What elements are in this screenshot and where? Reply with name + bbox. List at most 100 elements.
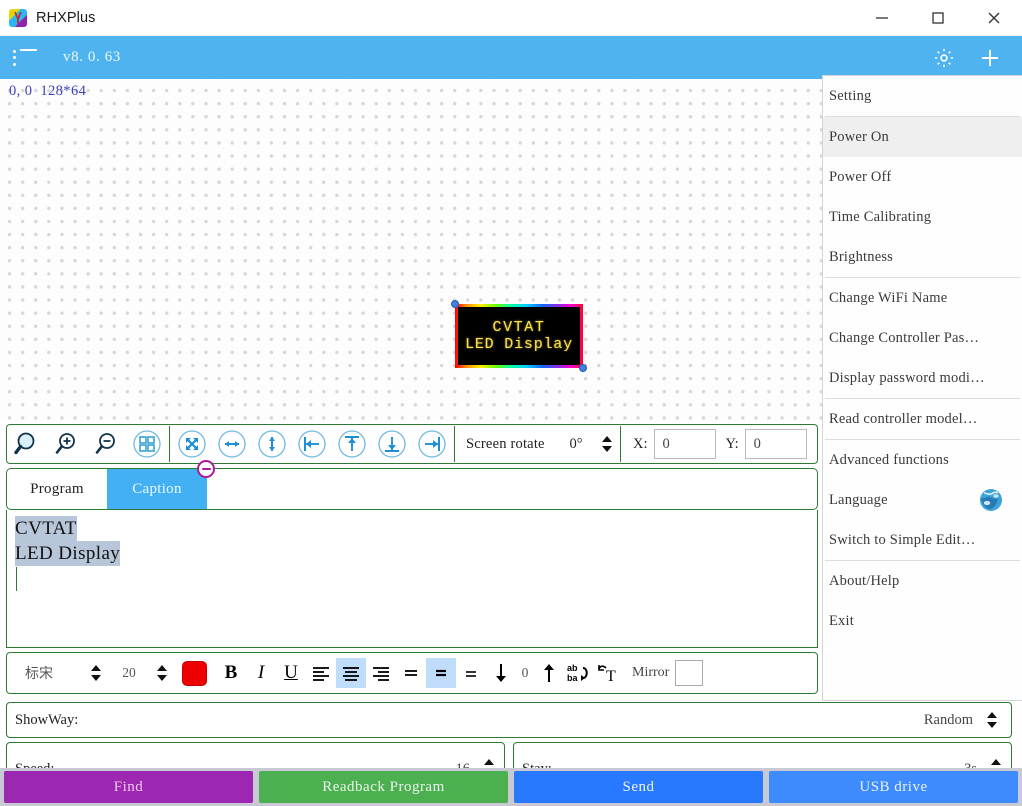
- editor-content: CVTAT LED Display: [15, 516, 817, 566]
- usb-drive-button[interactable]: USB drive: [769, 771, 1018, 803]
- text-color-swatch[interactable]: [182, 660, 207, 686]
- menu-item-power-off[interactable]: Power Off: [823, 157, 1022, 197]
- led-text-line-1: CVTAT: [492, 319, 546, 336]
- svg-text:ab: ab: [567, 663, 578, 673]
- showway-label: ShowWay:: [15, 711, 79, 728]
- menu-item-label: Display password modi…: [829, 369, 985, 386]
- send-button[interactable]: Send: [514, 771, 763, 803]
- italic-label: I: [257, 662, 265, 683]
- menu-item-read-controller-model[interactable]: Read controller model…: [823, 399, 1022, 439]
- zoom-fit-icon[interactable]: [7, 425, 47, 463]
- menu-item-switch-to-simple-edit[interactable]: Switch to Simple Edit…: [823, 520, 1022, 560]
- menu-item-label: Brightness: [829, 248, 894, 265]
- showway-control[interactable]: Random: [924, 710, 1003, 730]
- screen-rotate-stepper[interactable]: [596, 434, 618, 454]
- bold-button[interactable]: B: [216, 658, 246, 688]
- menu-item-display-password-modify[interactable]: Display password modi…: [823, 358, 1022, 398]
- rotate-text-icon[interactable]: T: [594, 658, 624, 688]
- arrow-down-icon[interactable]: [486, 658, 516, 688]
- showway-value: Random: [923, 711, 973, 728]
- toolbar-divider-3: [620, 426, 621, 462]
- align-left-icon[interactable]: [292, 425, 332, 463]
- toolbar-divider: [169, 426, 170, 462]
- menu-item-power-on[interactable]: Power On: [823, 117, 1022, 157]
- menu-item-setting[interactable]: Setting: [823, 76, 1022, 116]
- gear-icon[interactable]: [932, 46, 956, 70]
- tab-program[interactable]: Program: [7, 469, 107, 509]
- fit-height-icon[interactable]: [252, 425, 292, 463]
- align-middle-icon[interactable]: [426, 658, 456, 688]
- find-button[interactable]: Find: [4, 771, 253, 803]
- italic-button[interactable]: I: [246, 658, 276, 688]
- title-bar: RHXPlus: [0, 0, 1022, 36]
- bottom-action-bar: Find Readback Program Send USB drive: [0, 768, 1022, 806]
- plus-icon[interactable]: [978, 46, 1002, 70]
- menu-item-label: Change WiFi Name: [829, 289, 948, 306]
- align-center-icon[interactable]: [336, 658, 366, 688]
- menu-item-exit[interactable]: Exit: [823, 601, 1022, 641]
- version-label: v8. 0. 63: [63, 49, 121, 65]
- menu-item-label: Change Controller Pas…: [829, 329, 980, 346]
- menu-item-brightness[interactable]: Brightness: [823, 237, 1022, 277]
- menu-item-label: Power Off: [829, 168, 892, 185]
- settings-side-menu: Setting Power On Power Off Time Calibrat…: [822, 75, 1022, 701]
- underline-button[interactable]: U: [276, 658, 306, 688]
- x-input[interactable]: 0: [653, 429, 716, 459]
- mirror-label: Mirror: [632, 665, 670, 680]
- align-top-icon[interactable]: [332, 425, 372, 463]
- menu-item-about-help[interactable]: About/Help: [823, 561, 1022, 601]
- resize-handle-top-left[interactable]: [451, 300, 459, 308]
- app-title: RHXPlus: [36, 9, 96, 26]
- menu-item-label: Read controller model…: [829, 410, 978, 427]
- menu-item-label: Switch to Simple Edit…: [829, 531, 976, 548]
- tab-close-icon[interactable]: [197, 460, 215, 478]
- editor-line-2: LED Display: [15, 541, 121, 566]
- led-text-line-2: LED Display: [465, 336, 573, 353]
- resize-handle-bottom-right[interactable]: [579, 364, 587, 372]
- menu-item-label: Power On: [829, 128, 889, 145]
- header-actions: [932, 46, 1002, 70]
- tab-caption[interactable]: Caption: [107, 460, 215, 509]
- led-preview-panel[interactable]: CVTAT LED Display: [451, 300, 587, 372]
- text-caret: [16, 567, 17, 591]
- menu-item-time-calibrating[interactable]: Time Calibrating: [823, 197, 1022, 237]
- screen-rotate-label: Screen rotate: [466, 435, 545, 452]
- align-bottom-icon[interactable]: [456, 658, 486, 688]
- mirror-checkbox[interactable]: [675, 660, 704, 686]
- menu-item-label: Setting: [829, 87, 872, 104]
- font-family-stepper[interactable]: [85, 663, 107, 683]
- grid-icon[interactable]: [127, 425, 167, 463]
- font-family-select[interactable]: 标宋: [13, 663, 85, 683]
- align-top-icon[interactable]: [396, 658, 426, 688]
- menu-item-change-controller-password[interactable]: Change Controller Pas…: [823, 318, 1022, 358]
- app-header: v8. 0. 63: [0, 36, 1022, 79]
- font-size-value[interactable]: 20: [107, 665, 151, 681]
- hamburger-menu-icon[interactable]: [13, 48, 37, 67]
- maximize-icon[interactable]: [910, 0, 966, 36]
- svg-text:T: T: [606, 668, 616, 685]
- showway-row: ShowWay: Random: [6, 702, 1012, 738]
- arrow-up-icon[interactable]: [534, 658, 564, 688]
- fit-screen-icon[interactable]: [172, 425, 212, 463]
- application-window: RHXPlus v8. 0. 63 0, 0 128*64 CVTAT LED …: [0, 0, 1022, 806]
- zoom-in-icon[interactable]: [47, 425, 87, 463]
- close-icon[interactable]: [966, 0, 1022, 36]
- caption-text-editor[interactable]: CVTAT LED Display: [6, 510, 818, 648]
- align-left-icon[interactable]: [306, 658, 336, 688]
- fit-width-icon[interactable]: [212, 425, 252, 463]
- align-right-icon[interactable]: [366, 658, 396, 688]
- zoom-out-icon[interactable]: [87, 425, 127, 463]
- menu-item-change-wifi-name[interactable]: Change WiFi Name: [823, 278, 1022, 318]
- menu-item-language[interactable]: Language: [823, 480, 1022, 520]
- led-canvas[interactable]: 0, 0 128*64 CVTAT LED Display: [0, 79, 822, 421]
- readback-program-button[interactable]: Readback Program: [259, 771, 508, 803]
- y-input[interactable]: 0: [744, 429, 807, 459]
- font-size-stepper[interactable]: [151, 663, 173, 683]
- minimize-icon[interactable]: [854, 0, 910, 36]
- align-bottom-icon[interactable]: [372, 425, 412, 463]
- align-right-icon[interactable]: [412, 425, 452, 463]
- reverse-text-icon[interactable]: ab ba: [564, 658, 594, 688]
- menu-item-advanced-functions[interactable]: Advanced functions: [823, 440, 1022, 480]
- showway-stepper[interactable]: [981, 710, 1003, 730]
- editor-line-1: CVTAT: [15, 516, 77, 541]
